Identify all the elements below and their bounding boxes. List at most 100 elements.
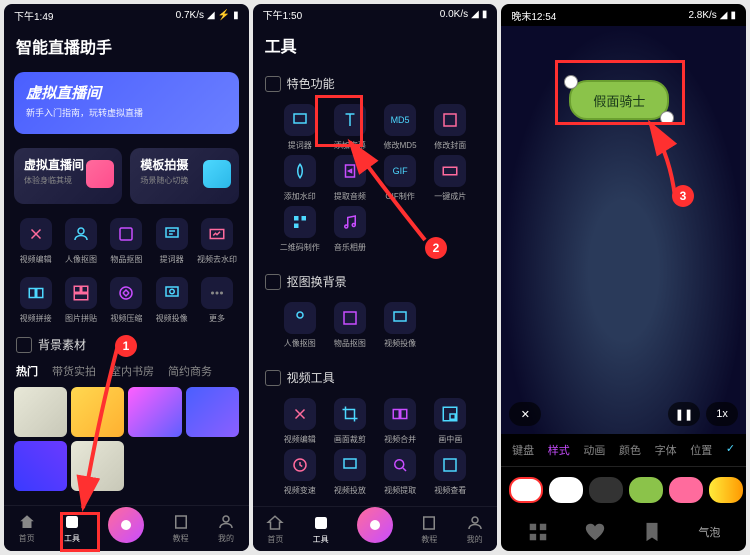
tool-cast[interactable]: 视频投像 xyxy=(150,277,193,324)
tool-crop[interactable]: 画面裁剪 xyxy=(327,398,373,445)
subtitle-bubble[interactable]: 假面骑士 xyxy=(569,80,669,120)
phone-screen-3: 晚末12:54 2.8K/s◢▮ 假面骑士 ✕ ❚❚ 1x 键盘 样式 动画 颜… xyxy=(501,4,746,551)
signal-icon: ◢ xyxy=(207,10,215,21)
bubble-style[interactable] xyxy=(549,477,583,503)
nav-home[interactable]: 首页 xyxy=(266,514,284,545)
tool-portrait[interactable]: 人像抠图 xyxy=(59,218,102,265)
annotation-badge-2: 2 xyxy=(425,237,447,259)
nav-camera[interactable] xyxy=(357,507,393,543)
tab-color[interactable]: 颜色 xyxy=(619,442,641,458)
resize-handle[interactable] xyxy=(564,75,578,89)
tool-extract[interactable]: 视频提取 xyxy=(377,449,423,496)
heart-icon[interactable] xyxy=(584,521,606,543)
page-title: 智能直播助手 xyxy=(4,26,249,66)
bubble-style[interactable] xyxy=(629,477,663,503)
tool-more[interactable]: 更多 xyxy=(195,277,238,324)
tab-animation[interactable]: 动画 xyxy=(583,442,605,458)
bg-thumb[interactable] xyxy=(128,387,181,437)
nav-tutorial[interactable]: 教程 xyxy=(420,514,438,545)
tool-pip[interactable]: 画中画 xyxy=(427,398,473,445)
tool-oneclick[interactable]: 一键成片 xyxy=(427,155,473,202)
bubble-label[interactable]: 气泡 xyxy=(698,524,720,540)
status-icons: 0.7K/s ◢ ⚡ ▮ xyxy=(176,10,239,21)
tool-grid-1: 视频编辑 人像抠图 物品抠图 提词器 视频去水印 xyxy=(4,212,249,271)
tool-music-album[interactable]: 音乐相册 xyxy=(327,206,373,253)
tool-extract-audio[interactable]: 提取音频 xyxy=(327,155,373,202)
tool-teleprompter[interactable]: 提词器 xyxy=(150,218,193,265)
bg-thumb[interactable] xyxy=(186,387,239,437)
tab-indoor[interactable]: 室内书房 xyxy=(110,363,154,379)
bg-thumb[interactable] xyxy=(71,387,124,437)
tab-business[interactable]: 简约商务 xyxy=(168,363,212,379)
tool-object[interactable]: 物品抠图 xyxy=(105,218,148,265)
bubble-style[interactable] xyxy=(669,477,703,503)
confirm-icon[interactable]: ✓ xyxy=(726,442,735,458)
time: 晚末12:54 xyxy=(511,8,556,23)
bookmark-icon[interactable] xyxy=(641,521,663,543)
bg-tabs: 热门 带货实拍 室内书房 简约商务 xyxy=(4,359,249,383)
bg-thumb[interactable] xyxy=(14,387,67,437)
pause-button[interactable]: ❚❚ xyxy=(668,402,700,426)
wifi-icon: ⚡ xyxy=(218,10,230,21)
bubble-styles xyxy=(501,467,746,513)
tool-compress[interactable]: 视频压缩 xyxy=(105,277,148,324)
tool-view[interactable]: 视频查看 xyxy=(427,449,473,496)
tool-video-join[interactable]: 视频拼接 xyxy=(14,277,57,324)
status-bar: 下午1:50 0.0K/s◢▮ xyxy=(253,4,498,25)
edit-bottom: 气泡 xyxy=(501,513,746,551)
grid-icon[interactable] xyxy=(527,521,549,543)
tool-portrait-cutout[interactable]: 人像抠图 xyxy=(277,302,323,349)
tool-video-edit[interactable]: 视频编辑 xyxy=(277,398,323,445)
nav-camera[interactable] xyxy=(108,507,144,543)
battery-icon: ▮ xyxy=(731,10,737,21)
bubble-style[interactable] xyxy=(509,477,543,503)
section-video-tools: 视频工具 xyxy=(265,363,486,392)
nav-tools[interactable]: 工具 xyxy=(312,514,330,545)
tool-video-cast[interactable]: 视频投像 xyxy=(377,302,423,349)
section-featured: 特色功能 xyxy=(265,69,486,98)
promo-banner[interactable]: 虚拟直播间 新手入门指南，玩转虚拟直播 xyxy=(14,72,239,134)
camera-icon xyxy=(203,160,231,188)
tab-keyboard[interactable]: 键盘 xyxy=(512,442,534,458)
tool-md5[interactable]: MD5修改MD5 xyxy=(377,104,423,151)
tool-play[interactable]: 视频投放 xyxy=(327,449,373,496)
battery-icon: ▮ xyxy=(233,10,239,21)
tool-add-subtitle[interactable]: 添加字幕 xyxy=(327,104,373,151)
bubble-style[interactable] xyxy=(709,477,743,503)
phone-screen-1: 下午1:49 0.7K/s ◢ ⚡ ▮ 智能直播助手 虚拟直播间 新手入门指南，… xyxy=(4,4,249,551)
nav-tutorial[interactable]: 教程 xyxy=(172,513,190,544)
banner-subtitle: 新手入门指南，玩转虚拟直播 xyxy=(26,106,227,119)
tool-merge[interactable]: 视频合并 xyxy=(377,398,423,445)
tool-add-watermark[interactable]: 添加水印 xyxy=(277,155,323,202)
tool-speed[interactable]: 视频变速 xyxy=(277,449,323,496)
tool-image-collage[interactable]: 图片拼贴 xyxy=(59,277,102,324)
bg-thumb[interactable] xyxy=(14,441,67,491)
close-button[interactable]: ✕ xyxy=(509,402,541,426)
tab-shop[interactable]: 带货实拍 xyxy=(52,363,96,379)
tool-video-edit[interactable]: 视频编辑 xyxy=(14,218,57,265)
video-preview[interactable]: 假面骑士 ✕ ❚❚ 1x xyxy=(501,26,746,434)
speed-button[interactable]: 1x xyxy=(706,402,738,426)
bottom-nav: 首页 工具 教程 我的 xyxy=(4,505,249,551)
nav-home[interactable]: 首页 xyxy=(18,513,36,544)
robot-icon xyxy=(86,160,114,188)
card-virtual-room[interactable]: 虚拟直播间 体验身临其境 xyxy=(14,148,122,204)
tool-cover[interactable]: 修改封面 xyxy=(427,104,473,151)
tab-position[interactable]: 位置 xyxy=(690,442,712,458)
tool-object-cutout[interactable]: 物品抠图 xyxy=(327,302,373,349)
tab-style[interactable]: 样式 xyxy=(548,442,570,458)
section-cutout: 抠图换背景 xyxy=(265,267,486,296)
nav-mine[interactable]: 我的 xyxy=(466,514,484,545)
bubble-style[interactable] xyxy=(589,477,623,503)
bg-thumb[interactable] xyxy=(71,441,124,491)
battery-icon: ▮ xyxy=(482,9,488,20)
tool-qrcode[interactable]: 二维码制作 xyxy=(277,206,323,253)
card-template-shoot[interactable]: 模板拍摄 场景随心切换 xyxy=(130,148,238,204)
nav-mine[interactable]: 我的 xyxy=(217,513,235,544)
tab-font[interactable]: 字体 xyxy=(655,442,677,458)
tool-watermark[interactable]: 视频去水印 xyxy=(195,218,238,265)
nav-tools[interactable]: 工具 xyxy=(63,513,81,544)
tab-hot[interactable]: 热门 xyxy=(16,363,38,379)
tool-gif[interactable]: GIFGIF制作 xyxy=(377,155,423,202)
tool-teleprompter[interactable]: 提词器 xyxy=(277,104,323,151)
